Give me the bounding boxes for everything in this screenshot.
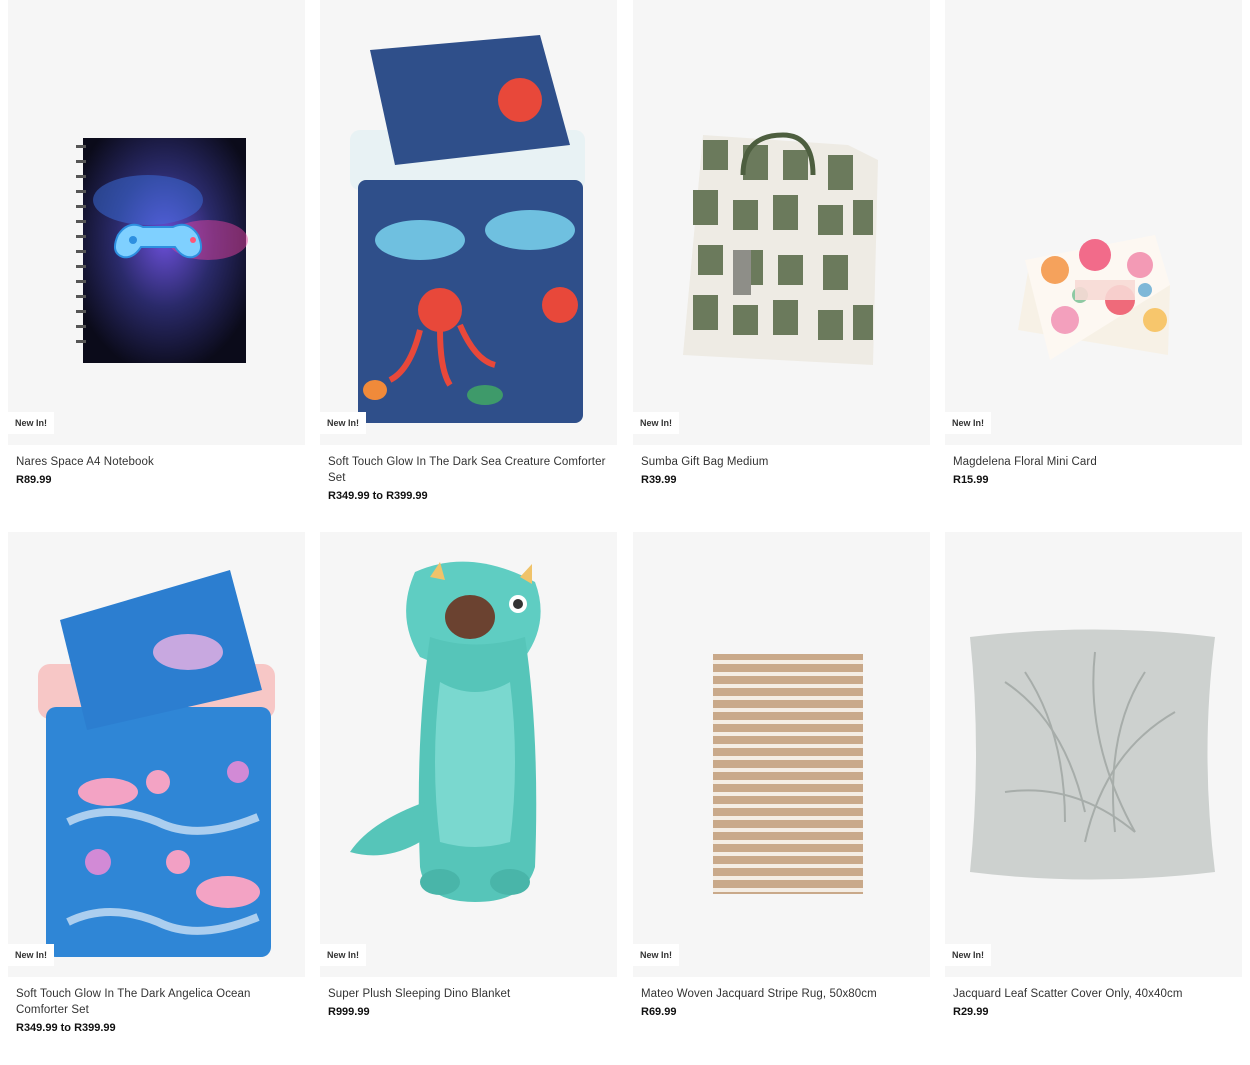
product-name[interactable]: Jacquard Leaf Scatter Cover Only, 40x40c… — [953, 986, 1234, 1002]
new-in-badge: New In! — [633, 412, 680, 434]
ocean-comforter-image — [38, 570, 275, 957]
notebook-image — [76, 138, 248, 363]
product-card[interactable]: New In! Mateo Woven Jacquard Stripe Rug,… — [633, 532, 930, 1018]
product-image-dino-blanket[interactable]: New In! — [320, 532, 617, 977]
product-price: R349.99 to R399.99 — [16, 1022, 116, 1034]
cushion-image — [970, 629, 1215, 880]
product-price: R39.99 — [641, 474, 677, 486]
product-name[interactable]: Mateo Woven Jacquard Stripe Rug, 50x80cm — [641, 986, 922, 1002]
product-name[interactable]: Sumba Gift Bag Medium — [641, 454, 922, 470]
new-in-badge: New In! — [633, 944, 680, 966]
product-image-gift-bag[interactable]: New In! — [633, 0, 930, 445]
product-name[interactable]: Super Plush Sleeping Dino Blanket — [328, 986, 609, 1002]
product-image-sea-creature-comforter[interactable]: New In! — [320, 0, 617, 445]
new-in-badge: New In! — [945, 944, 992, 966]
product-price: R89.99 — [16, 474, 52, 486]
new-in-badge: New In! — [8, 944, 55, 966]
product-price: R15.99 — [953, 474, 989, 486]
product-card[interactable]: New In! Jacquard Leaf Scatter Cover Only… — [945, 532, 1242, 1018]
gift-bag-image — [683, 132, 878, 365]
product-image-floral-card[interactable]: New In! — [945, 0, 1242, 445]
product-image-ocean-comforter[interactable]: New In! — [8, 532, 305, 977]
product-card[interactable]: New In! Soft Touch Glow In The Dark Ange… — [8, 532, 305, 1034]
product-card[interactable]: New In! Nares Space A4 Notebook R89.99 — [8, 0, 305, 486]
product-image-space-notebook[interactable]: New In! — [8, 0, 305, 445]
product-card[interactable]: New In! Soft Touch Glow In The Dark Sea … — [320, 0, 617, 502]
product-grid: New In! Nares Space A4 Notebook R89.99 N… — [0, 0, 1250, 1065]
comforter-image — [350, 35, 585, 423]
product-image-leaf-cushion[interactable]: New In! — [945, 532, 1242, 977]
product-name[interactable]: Magdelena Floral Mini Card — [953, 454, 1234, 470]
product-name[interactable]: Nares Space A4 Notebook — [16, 454, 297, 470]
product-price: R29.99 — [953, 1006, 989, 1018]
product-name[interactable]: Soft Touch Glow In The Dark Sea Creature… — [328, 454, 609, 486]
product-price: R69.99 — [641, 1006, 677, 1018]
product-name[interactable]: Soft Touch Glow In The Dark Angelica Oce… — [16, 986, 297, 1018]
product-card[interactable]: New In! Sumba Gift Bag Medium R39.99 — [633, 0, 930, 486]
new-in-badge: New In! — [320, 944, 367, 966]
product-card[interactable]: New In! Magdelena Floral Mini Card R15.9… — [945, 0, 1242, 486]
rug-image — [713, 654, 863, 894]
floral-card-image — [1018, 235, 1170, 360]
dino-blanket-image — [350, 561, 541, 902]
new-in-badge: New In! — [8, 412, 55, 434]
product-card[interactable]: New In! Super Plush Sleeping Dino Blanke… — [320, 532, 617, 1018]
product-image-stripe-rug[interactable]: New In! — [633, 532, 930, 977]
product-price: R349.99 to R399.99 — [328, 490, 428, 502]
new-in-badge: New In! — [320, 412, 367, 434]
new-in-badge: New In! — [945, 412, 992, 434]
product-price: R999.99 — [328, 1006, 370, 1018]
